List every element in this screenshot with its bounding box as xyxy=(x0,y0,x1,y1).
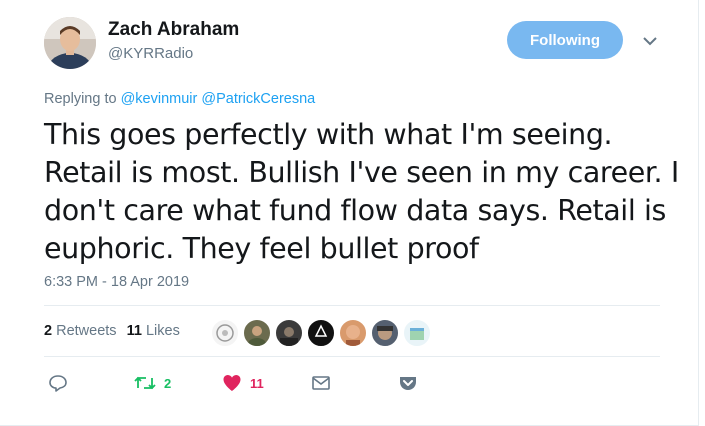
mention-link[interactable]: @PatrickCeresna xyxy=(201,91,315,107)
replying-to: Replying to @kevinmuir @PatrickCeresna xyxy=(44,91,315,107)
liker-avatar[interactable] xyxy=(243,319,271,347)
heart-icon xyxy=(222,373,242,393)
user-handle[interactable]: @KYRRadio xyxy=(108,45,193,62)
retweets-label: Retweets xyxy=(56,323,117,339)
card-border-right xyxy=(698,0,699,426)
tweet-stats: 2 Retweets 11 Likes xyxy=(44,323,186,339)
liker-avatar[interactable] xyxy=(339,319,367,347)
likes-count: 11 xyxy=(126,323,142,339)
tweet-text: This goes perfectly with what I'm seeing… xyxy=(44,118,679,265)
envelope-icon xyxy=(311,373,331,393)
retweet-button[interactable]: 2 xyxy=(134,372,171,394)
liker-avatar[interactable] xyxy=(275,319,303,347)
retweet-count: 2 xyxy=(164,375,172,391)
reply-icon xyxy=(48,373,68,393)
tweet-actions: 2 11 xyxy=(44,372,444,396)
retweet-icon xyxy=(134,373,156,393)
likes-label: Likes xyxy=(145,323,180,339)
pocket-icon xyxy=(398,373,418,393)
display-name[interactable]: Zach Abraham xyxy=(108,19,239,41)
like-button[interactable]: 11 xyxy=(222,372,264,394)
liker-avatar[interactable] xyxy=(211,319,239,347)
following-button[interactable]: Following xyxy=(507,21,623,59)
tweet-timestamp[interactable]: 6:33 PM - 18 Apr 2019 xyxy=(44,274,189,290)
reply-button[interactable] xyxy=(48,372,68,394)
retweets-stat[interactable]: 2 Retweets xyxy=(44,323,117,339)
liker-avatar[interactable] xyxy=(307,319,335,347)
chevron-down-icon[interactable] xyxy=(641,32,659,50)
liker-avatar[interactable] xyxy=(403,319,431,347)
avatar[interactable] xyxy=(44,17,96,69)
retweets-count: 2 xyxy=(44,323,53,339)
divider xyxy=(44,356,660,357)
direct-message-button[interactable] xyxy=(311,372,331,394)
liker-avatar[interactable] xyxy=(371,319,399,347)
mention-link[interactable]: @kevinmuir xyxy=(121,91,198,107)
replying-to-label: Replying to xyxy=(44,91,117,107)
divider xyxy=(44,305,660,306)
pocket-button[interactable] xyxy=(398,372,418,394)
likes-stat[interactable]: 11 Likes xyxy=(127,323,180,339)
like-count: 11 xyxy=(250,375,264,391)
